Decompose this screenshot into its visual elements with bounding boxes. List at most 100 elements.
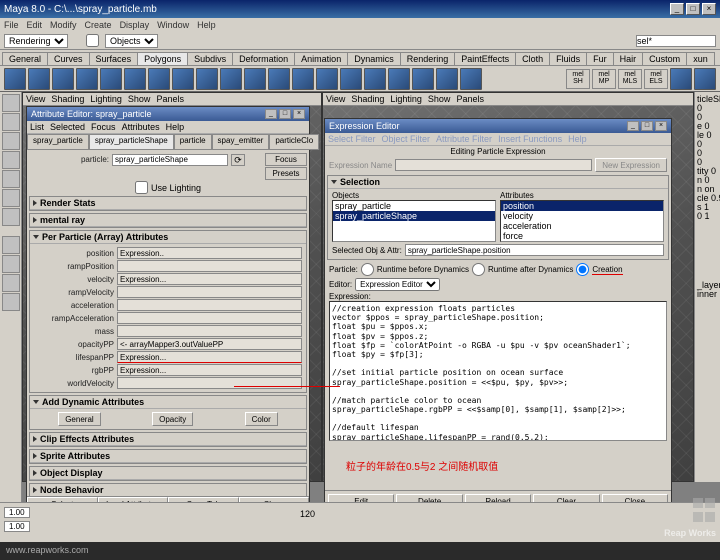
shelf-icon[interactable] (670, 68, 692, 90)
expression-code[interactable]: //creation expression floats particles v… (329, 301, 667, 441)
tab-deform[interactable]: Deformation (232, 52, 295, 65)
sec-objdisp[interactable]: Object Display (30, 467, 306, 480)
rotate-tool[interactable] (2, 151, 20, 169)
exprname-input[interactable] (395, 159, 592, 171)
menu-window[interactable]: Window (157, 20, 189, 30)
tab-general[interactable]: General (2, 52, 48, 65)
pp-rampAccel[interactable] (117, 312, 302, 324)
sec-selection[interactable]: Selection (328, 176, 668, 189)
timeline[interactable]: 1.00 1.00 120 (0, 502, 720, 542)
go-icon[interactable]: ⟳ (231, 154, 245, 166)
ae-attrs[interactable]: Attributes (122, 122, 160, 132)
menu-edit[interactable]: Edit (27, 20, 43, 30)
ae-tab-3[interactable]: particle (174, 134, 212, 150)
shelf-icon[interactable] (268, 68, 290, 90)
shelf-icon[interactable] (244, 68, 266, 90)
editor-dropdown[interactable]: Expression Editor (355, 278, 440, 291)
tab-anim[interactable]: Animation (294, 52, 348, 65)
sec-clip[interactable]: Clip Effects Attributes (30, 433, 306, 446)
pp-opacityPP[interactable] (117, 338, 302, 350)
shelf-icon[interactable] (4, 68, 26, 90)
shelf-icon[interactable] (100, 68, 122, 90)
sec-node[interactable]: Node Behavior (30, 484, 306, 496)
sec-sprite[interactable]: Sprite Attributes (30, 450, 306, 463)
shelf-icon[interactable] (220, 68, 242, 90)
ae-focus[interactable]: Focus (91, 122, 116, 132)
btn-opacity[interactable]: Opacity (152, 412, 193, 426)
shelf-icon[interactable] (694, 68, 716, 90)
panel-close-icon[interactable]: × (293, 109, 305, 119)
btn-general[interactable]: General (58, 412, 100, 426)
shelf-icon[interactable] (124, 68, 146, 90)
ee-help[interactable]: Help (568, 134, 587, 144)
mel-btn[interactable]: melELS (644, 69, 668, 89)
pp-worldVel[interactable] (117, 377, 302, 389)
panel-max-icon[interactable]: □ (641, 121, 653, 131)
range-start2[interactable]: 1.00 (4, 521, 30, 532)
panel-max-icon[interactable]: □ (279, 109, 291, 119)
menu-create[interactable]: Create (85, 20, 112, 30)
radio-before[interactable] (361, 263, 374, 276)
new-expr-btn[interactable]: New Expression (595, 158, 667, 172)
checkbox-a[interactable] (86, 34, 99, 47)
pp-lifespanPP[interactable] (117, 351, 302, 363)
tab-surfaces[interactable]: Surfaces (89, 52, 139, 65)
vp-show[interactable]: Show (428, 94, 451, 104)
mel-btn[interactable]: melMP (592, 69, 616, 89)
tab-polygons[interactable]: Polygons (137, 52, 188, 65)
mel-btn[interactable]: melMLS (618, 69, 642, 89)
ae-tab-1[interactable]: spray_particle (27, 134, 89, 150)
particle-name-input[interactable] (112, 154, 228, 166)
menu-file[interactable]: File (4, 20, 19, 30)
objects-list[interactable]: spray_particle spray_particleShape (332, 200, 496, 242)
mode-dropdown[interactable]: Rendering (4, 34, 68, 48)
ae-list[interactable]: List (30, 122, 44, 132)
focus-button[interactable]: Focus (265, 153, 307, 166)
tab-custom[interactable]: Custom (642, 52, 687, 65)
shelf-icon[interactable] (364, 68, 386, 90)
vp-shading[interactable]: Shading (51, 94, 84, 104)
sel-input[interactable] (636, 35, 716, 47)
attrs-list[interactable]: position velocity acceleration force inp… (500, 200, 664, 242)
pp-accel[interactable] (117, 299, 302, 311)
shelf-icon[interactable] (316, 68, 338, 90)
select-tool[interactable] (2, 94, 20, 112)
tab-fur[interactable]: Fur (586, 52, 614, 65)
vp-lighting[interactable]: Lighting (90, 94, 122, 104)
ee-filter1[interactable]: Select Filter (328, 134, 376, 144)
ae-tab-4[interactable]: spay_emitter (212, 134, 270, 150)
radio-creation[interactable] (576, 263, 589, 276)
menu-display[interactable]: Display (120, 20, 150, 30)
shelf-icon[interactable] (292, 68, 314, 90)
minimize-btn[interactable]: _ (670, 3, 684, 15)
pp-rgbPP[interactable] (117, 364, 302, 376)
lasso-tool[interactable] (2, 113, 20, 131)
pp-position[interactable] (117, 247, 302, 259)
mel-btn[interactable]: melSH (566, 69, 590, 89)
tab-curves[interactable]: Curves (47, 52, 90, 65)
menu-help[interactable]: Help (197, 20, 216, 30)
scale-tool[interactable] (2, 170, 20, 188)
tab-xun[interactable]: xun (686, 52, 715, 65)
shelf-icon[interactable] (148, 68, 170, 90)
vp-view[interactable]: View (26, 94, 45, 104)
shelf-icon[interactable] (436, 68, 458, 90)
vp-lighting[interactable]: Lighting (390, 94, 422, 104)
vp-view[interactable]: View (326, 94, 345, 104)
maximize-btn[interactable]: □ (686, 3, 700, 15)
shelf-icon[interactable] (412, 68, 434, 90)
sec-add-dyn[interactable]: Add Dynamic Attributes (30, 396, 306, 409)
ae-tab-5[interactable]: particleClo (269, 134, 319, 150)
shelf-icon[interactable] (340, 68, 362, 90)
selobj-input[interactable] (405, 244, 664, 256)
shelf-icon[interactable] (28, 68, 50, 90)
move-tool[interactable] (2, 132, 20, 150)
vp-show[interactable]: Show (128, 94, 151, 104)
panel-min-icon[interactable]: _ (627, 121, 639, 131)
panel-close-icon[interactable]: × (655, 121, 667, 131)
close-btn[interactable]: × (702, 3, 716, 15)
sec-per-particle[interactable]: Per Particle (Array) Attributes (30, 231, 306, 244)
ee-insert[interactable]: Insert Functions (498, 134, 562, 144)
layout-outln[interactable] (2, 293, 20, 311)
pp-mass[interactable] (117, 325, 302, 337)
